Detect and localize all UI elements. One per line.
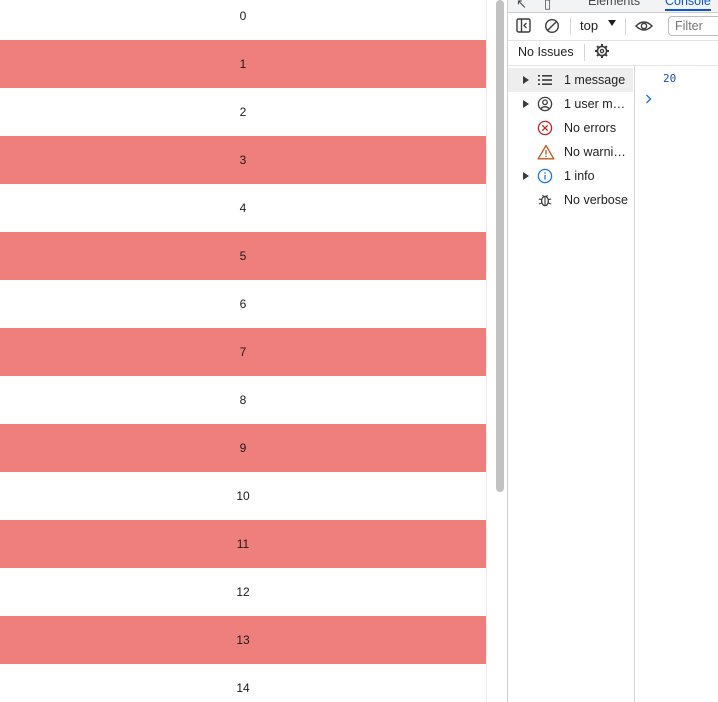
expand-arrow-icon[interactable] <box>523 172 529 180</box>
scrollbar-thumb[interactable] <box>496 0 504 492</box>
console-toolbar: top <box>508 13 718 41</box>
context-select[interactable]: top <box>580 18 598 33</box>
tab-console[interactable]: Console <box>665 0 711 11</box>
console-output: 20 <box>635 66 718 702</box>
clear-console-icon[interactable] <box>544 18 560 37</box>
issues-bar: No Issues <box>508 41 718 66</box>
eye-icon[interactable] <box>635 19 653 36</box>
list-item: 11 <box>0 520 486 568</box>
list-item: 13 <box>0 616 486 664</box>
list-item: 9 <box>0 424 486 472</box>
list-item: 14 <box>236 681 250 695</box>
list-item: 3 <box>0 136 486 184</box>
list-item: 5 <box>0 232 486 280</box>
console-sidebar: 1 message 1 user me… No errors No warnin… 1 … <box>508 66 635 702</box>
list-item: 6 <box>239 297 247 311</box>
chevron-right-icon[interactable] <box>645 93 653 107</box>
gear-icon[interactable] <box>594 43 610 62</box>
chevron-down-icon[interactable] <box>608 20 616 26</box>
sidebar-item-label: 1 message <box>564 73 626 87</box>
sidebar-item[interactable]: 1 message <box>508 68 633 92</box>
sidebar-item[interactable]: No warnin… <box>508 140 633 164</box>
sidebar-item-label: No warnin… <box>564 145 632 159</box>
list-item: 7 <box>0 328 486 376</box>
device-toolbar-icon[interactable]: ▯ <box>544 0 551 12</box>
log-message-value: 20 <box>663 72 677 85</box>
devtools-tabbar: ↖ ▯ Elements Console <box>508 0 718 13</box>
list-item: 0 <box>239 9 247 23</box>
list-item: 10 <box>236 489 250 503</box>
page-content: 0 1 2 3 4 5 6 7 8 9 10 11 12 13 14 <box>0 0 486 702</box>
tab-elements[interactable]: Elements <box>588 0 640 8</box>
sidebar-item-label: No verbose <box>564 193 628 207</box>
issues-label[interactable]: No Issues <box>518 45 574 59</box>
warning-icon <box>537 144 555 163</box>
sidebar-item[interactable]: 1 info <box>508 164 633 188</box>
sidebar-item-label: 1 info <box>564 169 595 183</box>
info-icon <box>537 168 553 187</box>
toolbar-separator <box>584 44 585 61</box>
user-icon <box>537 96 553 115</box>
error-icon <box>537 120 553 139</box>
toolbar-separator <box>625 18 626 35</box>
list-item: 1 <box>0 40 486 88</box>
browser-viewport: 0 1 2 3 4 5 6 7 8 9 10 11 12 13 14 ↖ ▯ Elements Consol… <box>0 0 718 702</box>
toolbar-separator <box>570 18 571 35</box>
list-item: 2 <box>239 105 247 119</box>
devtools-panel: ↖ ▯ Elements Console top No Issues <box>507 0 718 702</box>
expand-arrow-icon[interactable] <box>523 76 529 84</box>
page-scrollbar[interactable] <box>486 0 507 702</box>
expand-arrow-icon[interactable] <box>523 100 529 108</box>
sidebar-item[interactable]: No errors <box>508 116 633 140</box>
sidebar-item-label: 1 user me… <box>564 97 632 111</box>
inspect-element-icon[interactable]: ↖ <box>516 0 527 12</box>
list-icon <box>537 72 553 91</box>
sidebar-toggle-icon[interactable] <box>516 18 531 36</box>
bug-icon <box>537 192 553 211</box>
list-item: 4 <box>239 201 247 215</box>
sidebar-item-label: No errors <box>564 121 617 135</box>
list-item: 12 <box>236 585 250 599</box>
sidebar-item[interactable]: 1 user me… <box>508 92 633 116</box>
sidebar-item[interactable]: No verbose <box>508 188 633 212</box>
filter-input[interactable] <box>668 16 718 36</box>
list-item: 8 <box>239 393 247 407</box>
row-list: 0 1 2 3 4 5 6 7 8 9 10 11 12 13 14 <box>0 0 486 702</box>
